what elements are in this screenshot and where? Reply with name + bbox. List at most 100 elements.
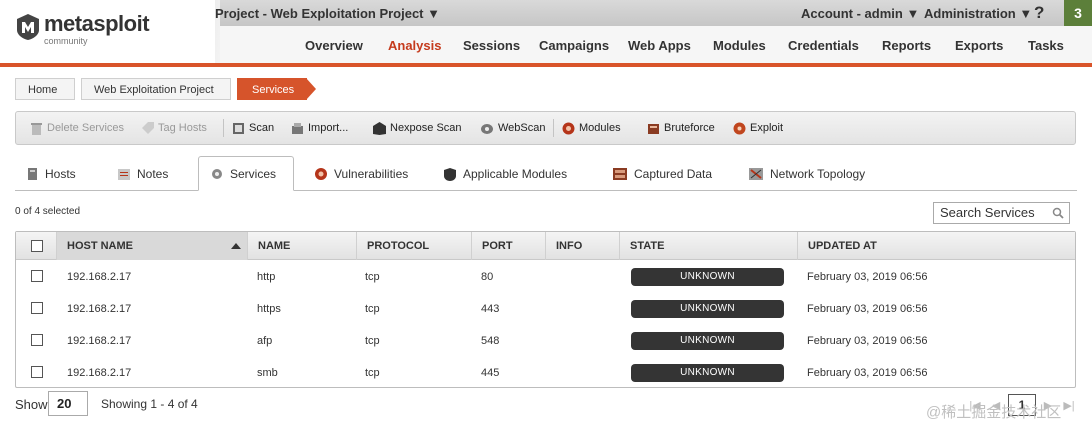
tag-icon	[142, 121, 154, 134]
cell-updated: February 03, 2019 06:56	[807, 335, 928, 347]
metasploit-logo-icon	[17, 14, 39, 40]
tag-hosts-button[interactable]: Tag Hosts	[141, 117, 207, 139]
nav-tasks[interactable]: Tasks	[1028, 38, 1064, 53]
cell-host: 192.168.2.17	[67, 367, 132, 379]
row-checkbox[interactable]	[31, 302, 43, 314]
column-info[interactable]: INFO	[545, 232, 619, 260]
column-updated-at[interactable]: UPDATED AT	[797, 232, 1075, 260]
import-label: Import...	[308, 122, 349, 134]
row-checkbox[interactable]	[31, 366, 43, 378]
hosts-icon	[28, 168, 37, 180]
project-menu[interactable]: Project - Web Exploitation Project ▼	[215, 6, 440, 21]
tab-hosts[interactable]: Hosts	[26, 163, 76, 185]
table-header: HOST NAME NAME PROTOCOL PORT INFO STATE …	[16, 232, 1075, 260]
nexpose-scan-button[interactable]: Nexpose Scan	[373, 117, 462, 139]
tab-notes[interactable]: Notes	[117, 163, 168, 185]
scan-button[interactable]: Scan	[232, 117, 274, 139]
captured-data-icon	[613, 168, 627, 180]
cell-port: 443	[481, 303, 500, 315]
nav-campaigns[interactable]: Campaigns	[539, 38, 609, 53]
administration-menu[interactable]: Administration ▼	[924, 6, 1032, 21]
tabs-baseline	[15, 190, 1077, 191]
import-icon	[292, 122, 303, 134]
select-all-checkbox[interactable]	[31, 240, 43, 252]
modules-label: Modules	[579, 122, 621, 134]
nav-modules[interactable]: Modules	[713, 38, 766, 53]
tab-applicable-modules-label: Applicable Modules	[463, 167, 568, 181]
tag-hosts-label: Tag Hosts	[158, 122, 207, 134]
toolbar-separator	[223, 119, 224, 137]
trash-icon	[31, 122, 42, 135]
metasploit-shield-icon	[444, 167, 456, 181]
nav-exports[interactable]: Exports	[955, 38, 1003, 53]
scan-label: Scan	[249, 122, 275, 134]
search-icon[interactable]	[1052, 207, 1064, 219]
app-header: metasploit community Project - Web Explo…	[0, 0, 1092, 66]
exploit-button[interactable]: Exploit	[733, 117, 783, 139]
services-icon	[212, 169, 222, 179]
column-port[interactable]: PORT	[471, 232, 545, 260]
nav-web-apps[interactable]: Web Apps	[628, 38, 691, 53]
cell-port: 80	[481, 271, 494, 283]
cell-name: afp	[257, 335, 273, 347]
cell-updated: February 03, 2019 06:56	[807, 271, 928, 283]
cell-protocol: tcp	[365, 367, 380, 379]
logo[interactable]: metasploit community	[0, 0, 215, 66]
table-row[interactable]: 192.168.2.17 afp tcp 548 UNKNOWN Februar…	[16, 325, 1075, 357]
table-row[interactable]: 192.168.2.17 https tcp 443 UNKNOWN Febru…	[16, 293, 1075, 325]
delete-services-label: Delete Services	[47, 122, 125, 134]
state-badge: UNKNOWN	[631, 268, 784, 286]
nav-overview[interactable]: Overview	[305, 38, 363, 53]
exploit-icon	[733, 122, 746, 134]
account-menu[interactable]: Account - admin ▼	[801, 6, 919, 21]
delete-services-button[interactable]: Delete Services	[30, 117, 124, 139]
state-badge: UNKNOWN	[631, 364, 784, 382]
tab-network-topology-label: Network Topology	[770, 167, 866, 181]
toolbar-separator	[553, 119, 554, 137]
header-accent-line	[0, 63, 1092, 67]
column-name[interactable]: NAME	[247, 232, 356, 260]
cell-host: 192.168.2.17	[67, 335, 132, 347]
notification-badge[interactable]: 3	[1064, 0, 1092, 26]
modules-icon	[562, 122, 575, 134]
tab-hosts-label: Hosts	[45, 167, 76, 181]
tab-network-topology[interactable]: Network Topology	[748, 163, 865, 185]
cell-protocol: tcp	[365, 271, 380, 283]
bruteforce-button[interactable]: Bruteforce	[647, 117, 715, 139]
cell-name: http	[257, 271, 276, 283]
nav-sessions[interactable]: Sessions	[463, 38, 520, 53]
search-input[interactable]: Search Services	[933, 202, 1070, 224]
tab-vulnerabilities[interactable]: Vulnerabilities	[314, 163, 408, 185]
tab-captured-data-label: Captured Data	[634, 167, 713, 181]
column-host-name[interactable]: HOST NAME	[56, 232, 247, 260]
nav-credentials[interactable]: Credentials	[788, 38, 859, 53]
table-row[interactable]: 192.168.2.17 smb tcp 445 UNKNOWN Februar…	[16, 357, 1075, 389]
breadcrumb-project[interactable]: Web Exploitation Project	[81, 78, 231, 100]
webscan-button[interactable]: WebScan	[480, 117, 546, 139]
table-row[interactable]: 192.168.2.17 http tcp 80 UNKNOWN Februar…	[16, 261, 1075, 293]
column-host-name-label: HOST NAME	[67, 240, 133, 252]
help-icon[interactable]: ?	[1034, 3, 1044, 23]
tab-notes-label: Notes	[137, 167, 169, 181]
tab-captured-data[interactable]: Captured Data	[612, 163, 712, 185]
tab-applicable-modules[interactable]: Applicable Modules	[443, 163, 567, 185]
bruteforce-icon	[648, 123, 659, 134]
cell-port: 445	[481, 367, 500, 379]
logo-name: metasploit	[44, 11, 150, 36]
breadcrumb-home[interactable]: Home	[15, 78, 75, 100]
column-state[interactable]: STATE	[619, 232, 797, 260]
row-checkbox[interactable]	[31, 270, 43, 282]
last-page-icon[interactable]: ▶|	[1060, 399, 1078, 412]
nav-analysis[interactable]: Analysis	[388, 38, 441, 53]
nav-reports[interactable]: Reports	[882, 38, 931, 53]
tab-services[interactable]: Services	[210, 163, 276, 185]
page-size-select[interactable]: 20	[48, 391, 88, 416]
column-protocol[interactable]: PROTOCOL	[356, 232, 471, 260]
bruteforce-label: Bruteforce	[664, 122, 715, 134]
show-label: Show	[15, 397, 48, 412]
import-button[interactable]: Import...	[291, 117, 348, 139]
tab-services-label: Services	[230, 167, 277, 181]
network-topology-icon	[749, 168, 763, 180]
modules-button[interactable]: Modules	[562, 117, 621, 139]
row-checkbox[interactable]	[31, 334, 43, 346]
